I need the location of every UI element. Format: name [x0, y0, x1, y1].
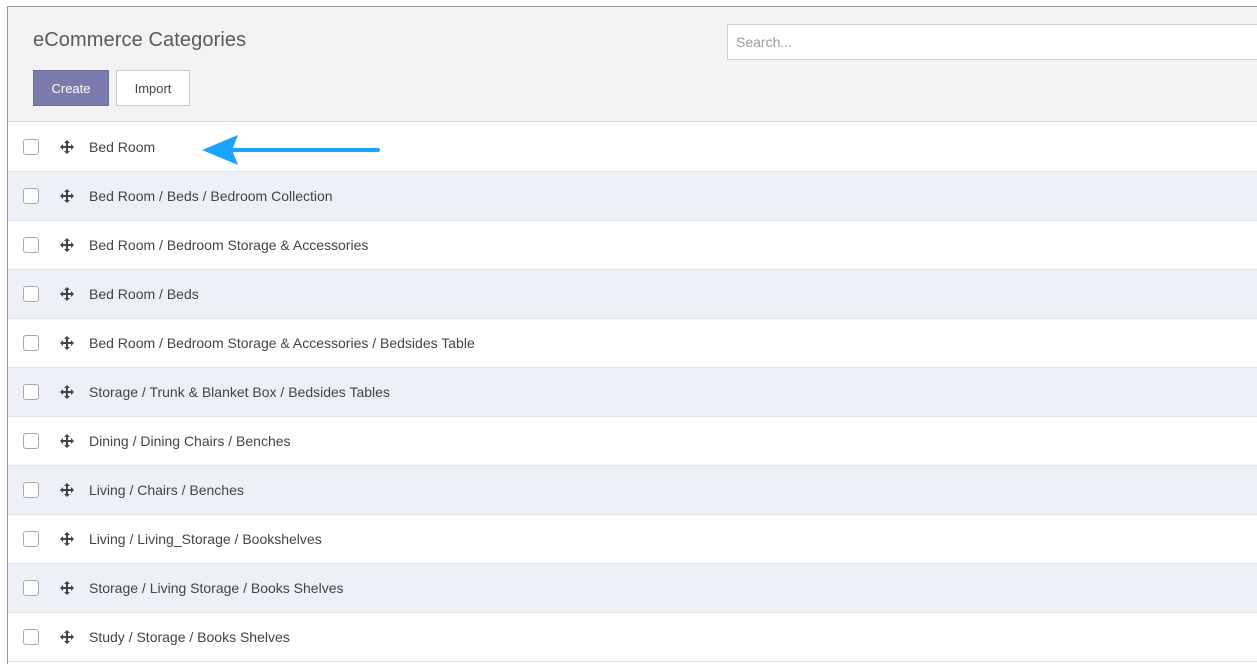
- row-label: Bed Room / Bedroom Storage & Accessories: [89, 237, 369, 253]
- row-checkbox[interactable]: [23, 237, 39, 253]
- list-row[interactable]: Bed Room: [8, 123, 1257, 172]
- drag-handle-icon[interactable]: [59, 580, 75, 596]
- row-checkbox[interactable]: [23, 482, 39, 498]
- drag-handle-icon[interactable]: [59, 188, 75, 204]
- drag-handle-icon[interactable]: [59, 482, 75, 498]
- row-checkbox[interactable]: [23, 188, 39, 204]
- row-checkbox[interactable]: [23, 629, 39, 645]
- drag-handle-icon[interactable]: [59, 433, 75, 449]
- search-input[interactable]: [727, 24, 1257, 60]
- row-label: Study / Storage / Books Shelves: [89, 629, 290, 645]
- row-checkbox[interactable]: [23, 335, 39, 351]
- control-panel: eCommerce Categories Create Import: [8, 7, 1257, 122]
- row-label: Bed Room / Beds: [89, 286, 199, 302]
- arrow-left-icon: [202, 135, 380, 165]
- create-button[interactable]: Create: [33, 70, 109, 106]
- list-row[interactable]: Living / Chairs / Benches: [8, 466, 1257, 515]
- list-row[interactable]: Storage / Living Storage / Books Shelves: [8, 564, 1257, 613]
- row-label: Storage / Trunk & Blanket Box / Bedsides…: [89, 384, 390, 400]
- row-checkbox[interactable]: [23, 433, 39, 449]
- row-label: Living / Living_Storage / Bookshelves: [89, 531, 322, 547]
- drag-handle-icon[interactable]: [59, 286, 75, 302]
- list-row[interactable]: Study / Storage / Books Shelves: [8, 613, 1257, 662]
- drag-handle-icon[interactable]: [59, 531, 75, 547]
- list-row[interactable]: Dining / Dining Chairs / Benches: [8, 417, 1257, 466]
- list-row[interactable]: Bed Room / Bedroom Storage & Accessories: [8, 221, 1257, 270]
- list-row[interactable]: Living / Living_Storage / Bookshelves: [8, 515, 1257, 564]
- import-button[interactable]: Import: [116, 70, 190, 106]
- page-title: eCommerce Categories: [33, 29, 247, 51]
- category-list: Bed Room Bed Room / Beds / Bedroom Colle…: [8, 123, 1257, 662]
- row-checkbox[interactable]: [23, 531, 39, 547]
- row-checkbox[interactable]: [23, 580, 39, 596]
- row-label: Bed Room / Bedroom Storage & Accessories…: [89, 335, 475, 351]
- drag-handle-icon[interactable]: [59, 335, 75, 351]
- list-row[interactable]: Storage / Trunk & Blanket Box / Bedsides…: [8, 368, 1257, 417]
- drag-handle-icon[interactable]: [59, 629, 75, 645]
- row-label: Bed Room / Beds / Bedroom Collection: [89, 188, 333, 204]
- list-view-frame: eCommerce Categories Create Import Bed R…: [7, 6, 1257, 664]
- row-label: Bed Room: [89, 139, 156, 155]
- row-label: Living / Chairs / Benches: [89, 482, 244, 498]
- list-row[interactable]: Bed Room / Bedroom Storage & Accessories…: [8, 319, 1257, 368]
- list-row[interactable]: Bed Room / Beds: [8, 270, 1257, 319]
- row-checkbox[interactable]: [23, 139, 39, 155]
- list-row[interactable]: Bed Room / Beds / Bedroom Collection: [8, 172, 1257, 221]
- drag-handle-icon[interactable]: [59, 139, 75, 155]
- row-checkbox[interactable]: [23, 384, 39, 400]
- drag-handle-icon[interactable]: [59, 384, 75, 400]
- row-checkbox[interactable]: [23, 286, 39, 302]
- row-label: Dining / Dining Chairs / Benches: [89, 433, 291, 449]
- row-label: Storage / Living Storage / Books Shelves: [89, 580, 344, 596]
- drag-handle-icon[interactable]: [59, 237, 75, 253]
